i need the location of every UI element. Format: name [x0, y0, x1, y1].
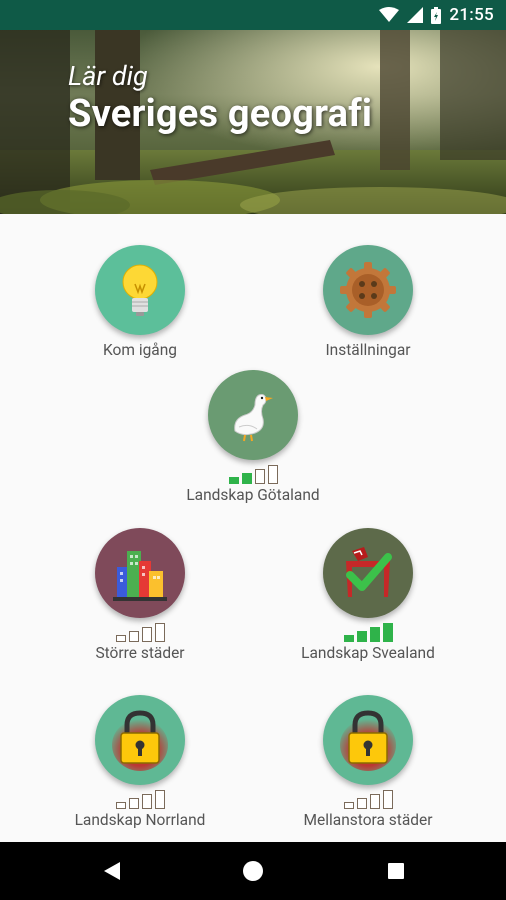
progress-bar-1 [343, 635, 354, 642]
lightbulb-icon [122, 264, 158, 316]
battery-icon [431, 6, 442, 24]
checkmark-icon [346, 547, 392, 597]
progress-bar-3 [141, 627, 152, 642]
progress-bar-4 [154, 790, 165, 809]
lock-icon [340, 710, 396, 771]
header-banner: Lär dig Sveriges geografi [0, 30, 506, 214]
progress-bar-4 [382, 790, 393, 809]
tile-label[interactable]: Mellanstora städer [268, 811, 468, 829]
home-button[interactable] [213, 842, 293, 900]
recents-square-icon [388, 863, 404, 879]
tile-icon-circle[interactable] [208, 370, 298, 460]
tile-label[interactable]: Landskap Götaland [153, 486, 353, 504]
progress-bar-2 [356, 631, 367, 642]
navigation-bar [0, 842, 506, 900]
progress-bars [153, 464, 353, 484]
progress-bar-3 [141, 794, 152, 809]
wifi-icon [379, 7, 400, 22]
progress-bar-3 [369, 627, 380, 642]
progress-bars [40, 622, 240, 642]
progress-bar-2 [241, 473, 252, 484]
tile-landskap-gotaland[interactable]: Landskap Götaland [153, 370, 353, 504]
clock: 21:55 [449, 5, 494, 25]
tile-label[interactable]: Inställningar [268, 341, 468, 359]
tile-label[interactable]: Landskap Norrland [40, 811, 240, 829]
recents-button[interactable] [356, 842, 436, 900]
goose-icon [234, 394, 273, 442]
tile-icon-circle[interactable] [323, 245, 413, 335]
progress-bars [268, 789, 468, 809]
status-bar: 21:55 [0, 0, 506, 30]
tile-kom-igang[interactable]: Kom igång [40, 245, 240, 359]
tile-label[interactable]: Landskap Svealand [268, 644, 468, 662]
progress-bar-2 [356, 798, 367, 809]
header-subtitle: Lär dig [68, 60, 148, 92]
progress-bar-3 [254, 469, 265, 484]
progress-bar-2 [128, 798, 139, 809]
progress-bar-1 [115, 802, 126, 809]
progress-bars [268, 622, 468, 642]
progress-bar-4 [382, 623, 393, 642]
tile-icon-circle[interactable] [95, 528, 185, 618]
tile-landskap-norrland[interactable]: Landskap Norrland [40, 695, 240, 829]
tile-icon-circle[interactable] [323, 528, 413, 618]
tile-mellanstora-stader[interactable]: Mellanstora städer [268, 695, 468, 829]
progress-bar-1 [343, 802, 354, 809]
header-title: Sveriges geografi [68, 92, 373, 136]
tile-installningar[interactable]: Inställningar [268, 245, 468, 359]
tile-icon-circle[interactable] [323, 695, 413, 785]
tile-storre-stader[interactable]: Större städer [40, 528, 240, 662]
tile-landskap-svealand[interactable]: Landskap Svealand [268, 528, 468, 662]
tile-label[interactable]: Kom igång [40, 341, 240, 359]
progress-bar-4 [154, 623, 165, 642]
progress-bar-1 [115, 635, 126, 642]
tile-icon-circle[interactable] [95, 695, 185, 785]
lock-icon [112, 710, 168, 771]
tile-icon-circle[interactable] [95, 245, 185, 335]
progress-bar-4 [267, 465, 278, 484]
cog-icon [340, 262, 396, 318]
back-triangle-icon [104, 862, 120, 880]
progress-bar-2 [128, 631, 139, 642]
progress-bar-3 [369, 794, 380, 809]
signal-icon [407, 7, 424, 23]
city-icon [113, 551, 167, 601]
back-button[interactable] [72, 842, 152, 900]
tile-label[interactable]: Större städer [40, 644, 240, 662]
progress-bars [40, 789, 240, 809]
progress-bar-1 [228, 477, 239, 484]
home-circle-icon [243, 861, 263, 881]
